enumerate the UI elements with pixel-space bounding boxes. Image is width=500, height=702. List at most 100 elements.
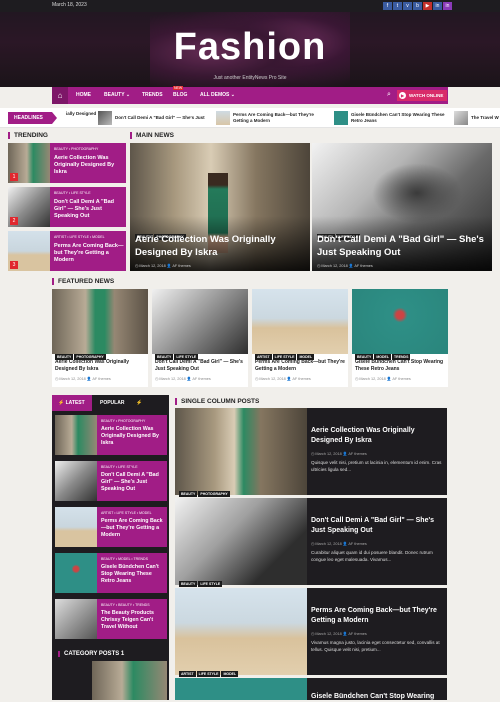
tab-latest[interactable]: ⚡ LATEST bbox=[52, 395, 92, 411]
site-logo[interactable]: Fashion bbox=[0, 26, 500, 69]
youtube-icon[interactable]: ▶ bbox=[423, 2, 432, 10]
post-title[interactable]: Aerie Collection Was Originally Designed… bbox=[55, 359, 145, 373]
tag[interactable]: BEAUTY bbox=[179, 491, 198, 497]
post-tags: BEAUTY • LIFE STYLE bbox=[101, 465, 138, 469]
twitter-icon[interactable]: t bbox=[393, 2, 402, 10]
sidebar-post[interactable]: BEAUTY • PHOTOGRAPHY Aerie Collection Wa… bbox=[55, 415, 167, 455]
post-title[interactable]: Don't Call Demi A "Bad Girl" — She's Jus… bbox=[101, 472, 165, 493]
rank-badge: 1 bbox=[10, 173, 18, 181]
trending-item[interactable]: 1 BEAUTY • PHOTOGRAPHY Aerie Collection … bbox=[8, 143, 126, 183]
top-bar: March 18, 2023 f t v b ▶ in in bbox=[0, 0, 500, 12]
post-meta: ◷ March 12, 2018 👤 AF themes bbox=[311, 452, 367, 456]
linkedin-icon[interactable]: in bbox=[433, 2, 442, 10]
trending-tags: BEAUTY • LIFE STYLE bbox=[54, 191, 91, 195]
post-title[interactable]: Perms Are Coming Back—but They're Gettin… bbox=[255, 359, 345, 373]
post-meta: ◷ March 12, 2018 👤 AF themes bbox=[355, 377, 411, 381]
tab-trending[interactable]: ⚡ TRENDING bbox=[130, 395, 169, 422]
behance-icon[interactable]: b bbox=[413, 2, 422, 10]
post-title[interactable]: Gisele Bündchen Can't Stop Wearing These… bbox=[101, 564, 165, 585]
instagram-icon[interactable]: in bbox=[443, 2, 452, 10]
featured-card[interactable]: ARTIST LIFE STYLE MODEL Perms Are Coming B… bbox=[252, 289, 348, 387]
post-meta: ◷ March 12, 2018 👤 AF themes bbox=[311, 632, 367, 636]
ticker-item-text: Gisele Bündchen Can't Stop Wearing These… bbox=[351, 112, 445, 123]
category-post-image[interactable] bbox=[92, 661, 167, 700]
tag[interactable]: PHOTOGRAPHY bbox=[198, 491, 230, 497]
vimeo-icon[interactable]: v bbox=[403, 2, 412, 10]
featured-card[interactable]: BEAUTY PHOTOGRAPHY Aerie Collection Was O… bbox=[52, 289, 148, 387]
sidebar-post[interactable]: BEAUTY • BEAUTY • TRENDS The Beauty Prod… bbox=[55, 599, 167, 639]
single-column-post[interactable]: ARTIST LIFE STYLE MODEL Perms Are Coming B… bbox=[175, 588, 447, 677]
post-title[interactable]: Gisele Bündchen Can't Stop Wearing These… bbox=[355, 359, 445, 373]
headlines-ticker: HEADLINES ially Designed Don't Call Demi… bbox=[0, 108, 500, 128]
ticker-item-text: Perms Are Coming Back—but They're Gettin… bbox=[233, 112, 314, 123]
current-date: March 18, 2023 bbox=[52, 2, 87, 8]
ticker-item[interactable]: Don't Call Demi A "Bad Girl" — She's Jus… bbox=[98, 111, 208, 125]
tag[interactable]: ARTIST bbox=[179, 671, 196, 677]
main-nav: ⌂ HOME BEAUTY ⌄ TRENDS NEW BLOG ALL DEMO… bbox=[52, 86, 448, 104]
tag[interactable]: MODEL bbox=[221, 671, 239, 677]
post-excerpt: Curabitur aliquet quam id dui posuere bl… bbox=[311, 550, 433, 562]
main-news-card[interactable]: BEAUTY LIFE STYLE Don't Call Demi A "Bad … bbox=[312, 143, 492, 271]
nav-item-beauty[interactable]: BEAUTY ⌄ bbox=[104, 92, 130, 98]
site-tagline: Just another EntityNews Pro Site bbox=[213, 75, 287, 81]
sidebar-thumb bbox=[55, 415, 97, 455]
sidebar-tabbed-widget: ⚡ LATEST POPULAR ⚡ TRENDING BEAUTY • PHO… bbox=[52, 395, 169, 700]
watch-online-button[interactable]: ▶ WATCH ONLINE bbox=[397, 90, 447, 101]
post-excerpt: Quisque velit nisi, pretium ut lacinia i… bbox=[311, 460, 442, 472]
category-posts-title: CATEGORY POSTS 1 bbox=[58, 651, 124, 657]
post-title[interactable]: Don't Call Demi A "Bad Girl" — She's Jus… bbox=[311, 516, 443, 536]
main-news-card[interactable]: BEAUTY PHOTOGRAPHY Aerie Collection Was O… bbox=[130, 143, 310, 271]
search-icon[interactable]: ⌕ bbox=[387, 91, 391, 99]
trending-item[interactable]: 2 BEAUTY • LIFE STYLE Don't Call Demi A … bbox=[8, 187, 126, 227]
post-title[interactable]: Gisele Bündchen Can't Stop Wearing bbox=[311, 692, 443, 702]
single-column-post[interactable]: BEAUTY PHOTOGRAPHY Aerie Collection Was O… bbox=[175, 408, 447, 497]
ticker-thumb bbox=[216, 111, 230, 125]
sidebar-tabs: ⚡ LATEST POPULAR ⚡ TRENDING bbox=[52, 395, 169, 422]
trending-item[interactable]: 3 ARTIST • LIFE STYLE • MODEL Perms Are … bbox=[8, 231, 126, 271]
single-column-post[interactable]: Gisele Bündchen Can't Stop Wearing bbox=[175, 678, 447, 700]
post-title[interactable]: Aerie Collection Was Originally Designed… bbox=[311, 426, 443, 446]
sidebar-post[interactable]: BEAUTY • LIFE STYLE Don't Call Demi A "B… bbox=[55, 461, 167, 501]
single-column-post[interactable]: BEAUTY LIFE STYLE Don't Call Demi A "Bad … bbox=[175, 498, 447, 587]
tag[interactable]: BEAUTY bbox=[179, 581, 198, 587]
post-title[interactable]: Don't Call Demi A "Bad Girl" — She's Jus… bbox=[155, 359, 245, 373]
ticker-thumb bbox=[98, 111, 112, 125]
sidebar-post[interactable]: BEAUTY • MODEL • TRENDS Gisele Bündchen … bbox=[55, 553, 167, 593]
trending-item-title[interactable]: Aerie Collection Was Originally Designed… bbox=[54, 155, 124, 176]
featured-card[interactable]: BEAUTY LIFE STYLE Don't Call Demi A "Bad … bbox=[152, 289, 248, 387]
sidebar-thumb bbox=[55, 507, 97, 547]
tag[interactable]: LIFE STYLE bbox=[196, 671, 221, 677]
nav-item-trends[interactable]: TRENDS bbox=[142, 92, 163, 98]
facebook-icon[interactable]: f bbox=[383, 2, 392, 10]
site-header: Fashion Just another EntityNews Pro Site bbox=[0, 12, 500, 87]
social-links: f t v b ▶ in in bbox=[383, 2, 452, 10]
nav-item-all-demos[interactable]: ALL DEMOS ⌄ bbox=[200, 92, 235, 98]
ticker-item-text: ially Designed bbox=[66, 111, 97, 116]
sidebar-post[interactable]: ARTIST • LIFE STYLE • MODEL Perms Are Co… bbox=[55, 507, 167, 547]
ticker-thumb bbox=[334, 111, 348, 125]
tab-popular[interactable]: POPULAR bbox=[94, 395, 130, 411]
nav-item-blog[interactable]: BLOG bbox=[173, 92, 187, 98]
post-title[interactable]: Perms Are Coming Back—but They're Gettin… bbox=[311, 606, 443, 626]
trending-item-title[interactable]: Perms Are Coming Back—but They're Gettin… bbox=[54, 243, 124, 264]
nav-item-home[interactable]: HOME bbox=[76, 92, 91, 98]
tag[interactable]: LIFE STYLE bbox=[198, 581, 223, 587]
post-title[interactable]: Aerie Collection Was Originally Designed… bbox=[101, 426, 165, 447]
trending-title: TRENDING bbox=[8, 132, 48, 139]
new-badge: NEW bbox=[173, 86, 184, 90]
post-title[interactable]: Aerie Collection Was Originally Designed… bbox=[135, 233, 305, 259]
post-meta: ◷ March 12, 2018 👤 AF themes bbox=[255, 377, 311, 381]
ticker-item[interactable]: The Travel W bbox=[454, 111, 500, 125]
ticker-item[interactable]: Perms Are Coming Back—but They're Gettin… bbox=[216, 111, 326, 125]
main-news-title: MAIN NEWS bbox=[130, 132, 174, 139]
post-title[interactable]: Don't Call Demi A "Bad Girl" — She's Jus… bbox=[317, 233, 489, 259]
ticker-item-text: The Travel W bbox=[471, 115, 499, 120]
rank-badge: 2 bbox=[10, 217, 18, 225]
featured-card[interactable]: BEAUTY MODEL TRENDS Gisele Bündchen Can't … bbox=[352, 289, 448, 387]
post-meta: ◷ March 12, 2018 👤 AF themes bbox=[311, 542, 367, 546]
home-icon[interactable]: ⌂ bbox=[52, 87, 68, 104]
ticker-item[interactable]: Gisele Bündchen Can't Stop Wearing These… bbox=[334, 111, 448, 125]
trending-item-title[interactable]: Don't Call Demi A "Bad Girl" — She's Jus… bbox=[54, 199, 124, 220]
post-title[interactable]: The Beauty Products Chrissy Teigen Can't… bbox=[101, 610, 165, 631]
post-title[interactable]: Perms Are Coming Back—but They're Gettin… bbox=[101, 518, 165, 539]
